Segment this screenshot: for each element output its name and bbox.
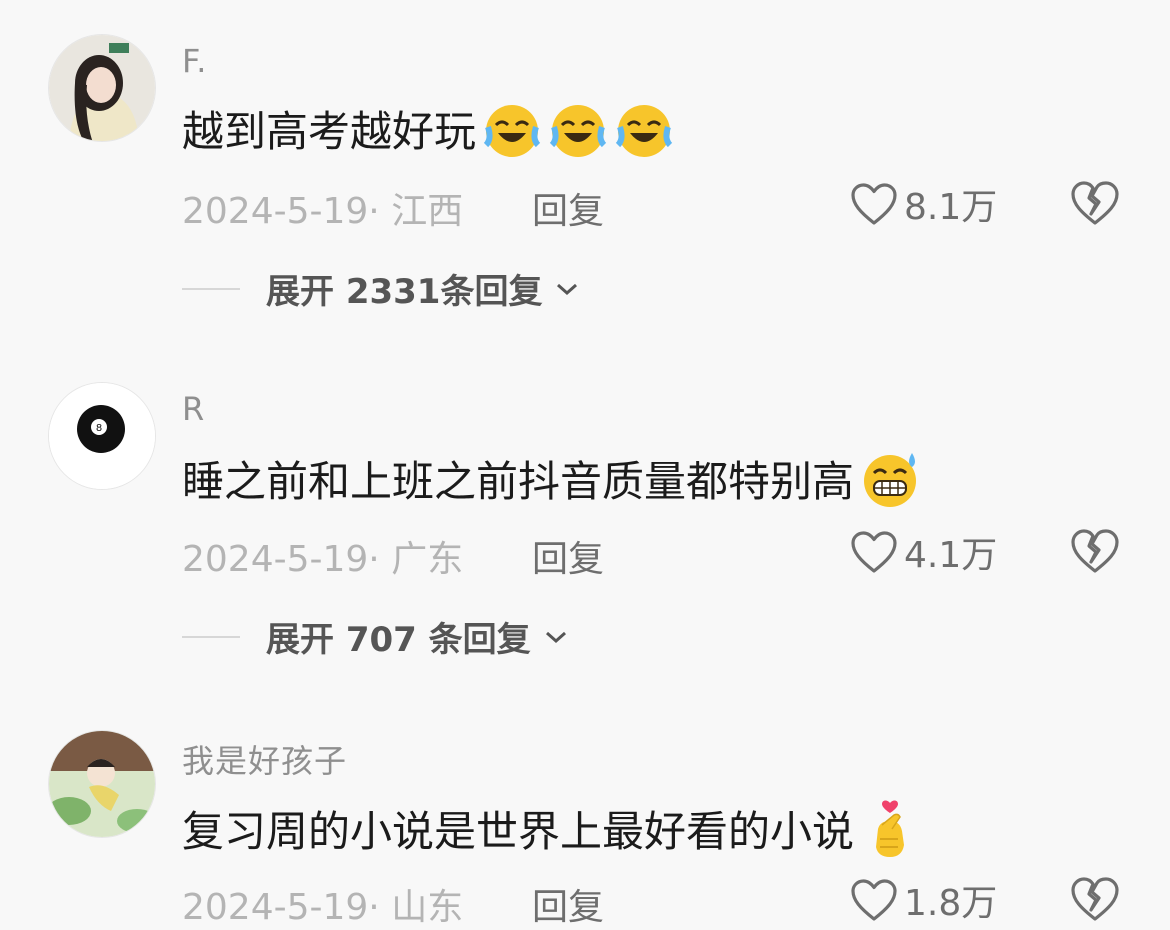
- like-count: 8.1万: [904, 187, 998, 228]
- heart-icon: [851, 531, 897, 573]
- reply-button[interactable]: 回复: [532, 878, 604, 930]
- comment-text: 复习周的小说是世界上最好看的小说: [182, 798, 920, 859]
- reply-button[interactable]: 回复: [532, 530, 604, 582]
- username[interactable]: R: [182, 390, 205, 428]
- broken-heart-icon[interactable]: [1070, 180, 1120, 226]
- expand-replies-button[interactable]: 展开 2331条回复: [182, 264, 582, 313]
- like-button[interactable]: 4.1万: [850, 526, 997, 578]
- broken-heart-icon[interactable]: [1070, 876, 1120, 922]
- username[interactable]: 我是好孩子: [182, 736, 347, 782]
- expand-replies-label: 展开 707 条回复: [266, 620, 531, 660]
- crying-laughing-emoji: [483, 104, 541, 157]
- avatar[interactable]: 8: [48, 382, 156, 490]
- finger-heart-emoji: [876, 799, 905, 857]
- divider-line: [182, 287, 240, 290]
- comment-text-content: 复习周的小说是世界上最好看的小说: [182, 807, 855, 856]
- comment-text: 睡之前和上班之前抖音质量都特别高: [182, 448, 920, 509]
- heart-icon: [851, 879, 897, 921]
- svg-text:8: 8: [96, 423, 102, 434]
- date-location: 2024-5-19· 江西: [182, 191, 464, 232]
- date-location: 2024-5-19· 山东: [182, 887, 464, 928]
- avatar[interactable]: [48, 34, 156, 142]
- chevron-down-icon: [557, 283, 578, 295]
- like-button[interactable]: 8.1万: [850, 178, 997, 230]
- chevron-down-icon: [545, 631, 566, 643]
- divider-line: [182, 635, 240, 638]
- crying-laughing-emoji: [615, 104, 673, 157]
- broken-heart-icon[interactable]: [1070, 528, 1120, 574]
- crying-laughing-emoji: [549, 104, 607, 157]
- reply-button[interactable]: 回复: [532, 182, 604, 234]
- expand-replies-label: 展开 2331条回复: [266, 272, 543, 312]
- expand-replies-button[interactable]: 展开 707 条回复: [182, 612, 571, 661]
- comment-text-content: 越到高考越好玩: [182, 107, 477, 156]
- heart-icon: [851, 183, 897, 225]
- comment-text-content: 睡之前和上班之前抖音质量都特别高: [182, 457, 855, 506]
- username[interactable]: F.: [182, 42, 207, 80]
- like-count: 1.8万: [904, 883, 998, 924]
- avatar[interactable]: [48, 730, 156, 838]
- grimacing-sweat-emoji: [864, 452, 917, 507]
- like-count: 4.1万: [904, 535, 998, 576]
- comment-text: 越到高考越好玩: [182, 98, 674, 159]
- date-location: 2024-5-19· 广东: [182, 539, 464, 580]
- like-button[interactable]: 1.8万: [850, 874, 997, 926]
